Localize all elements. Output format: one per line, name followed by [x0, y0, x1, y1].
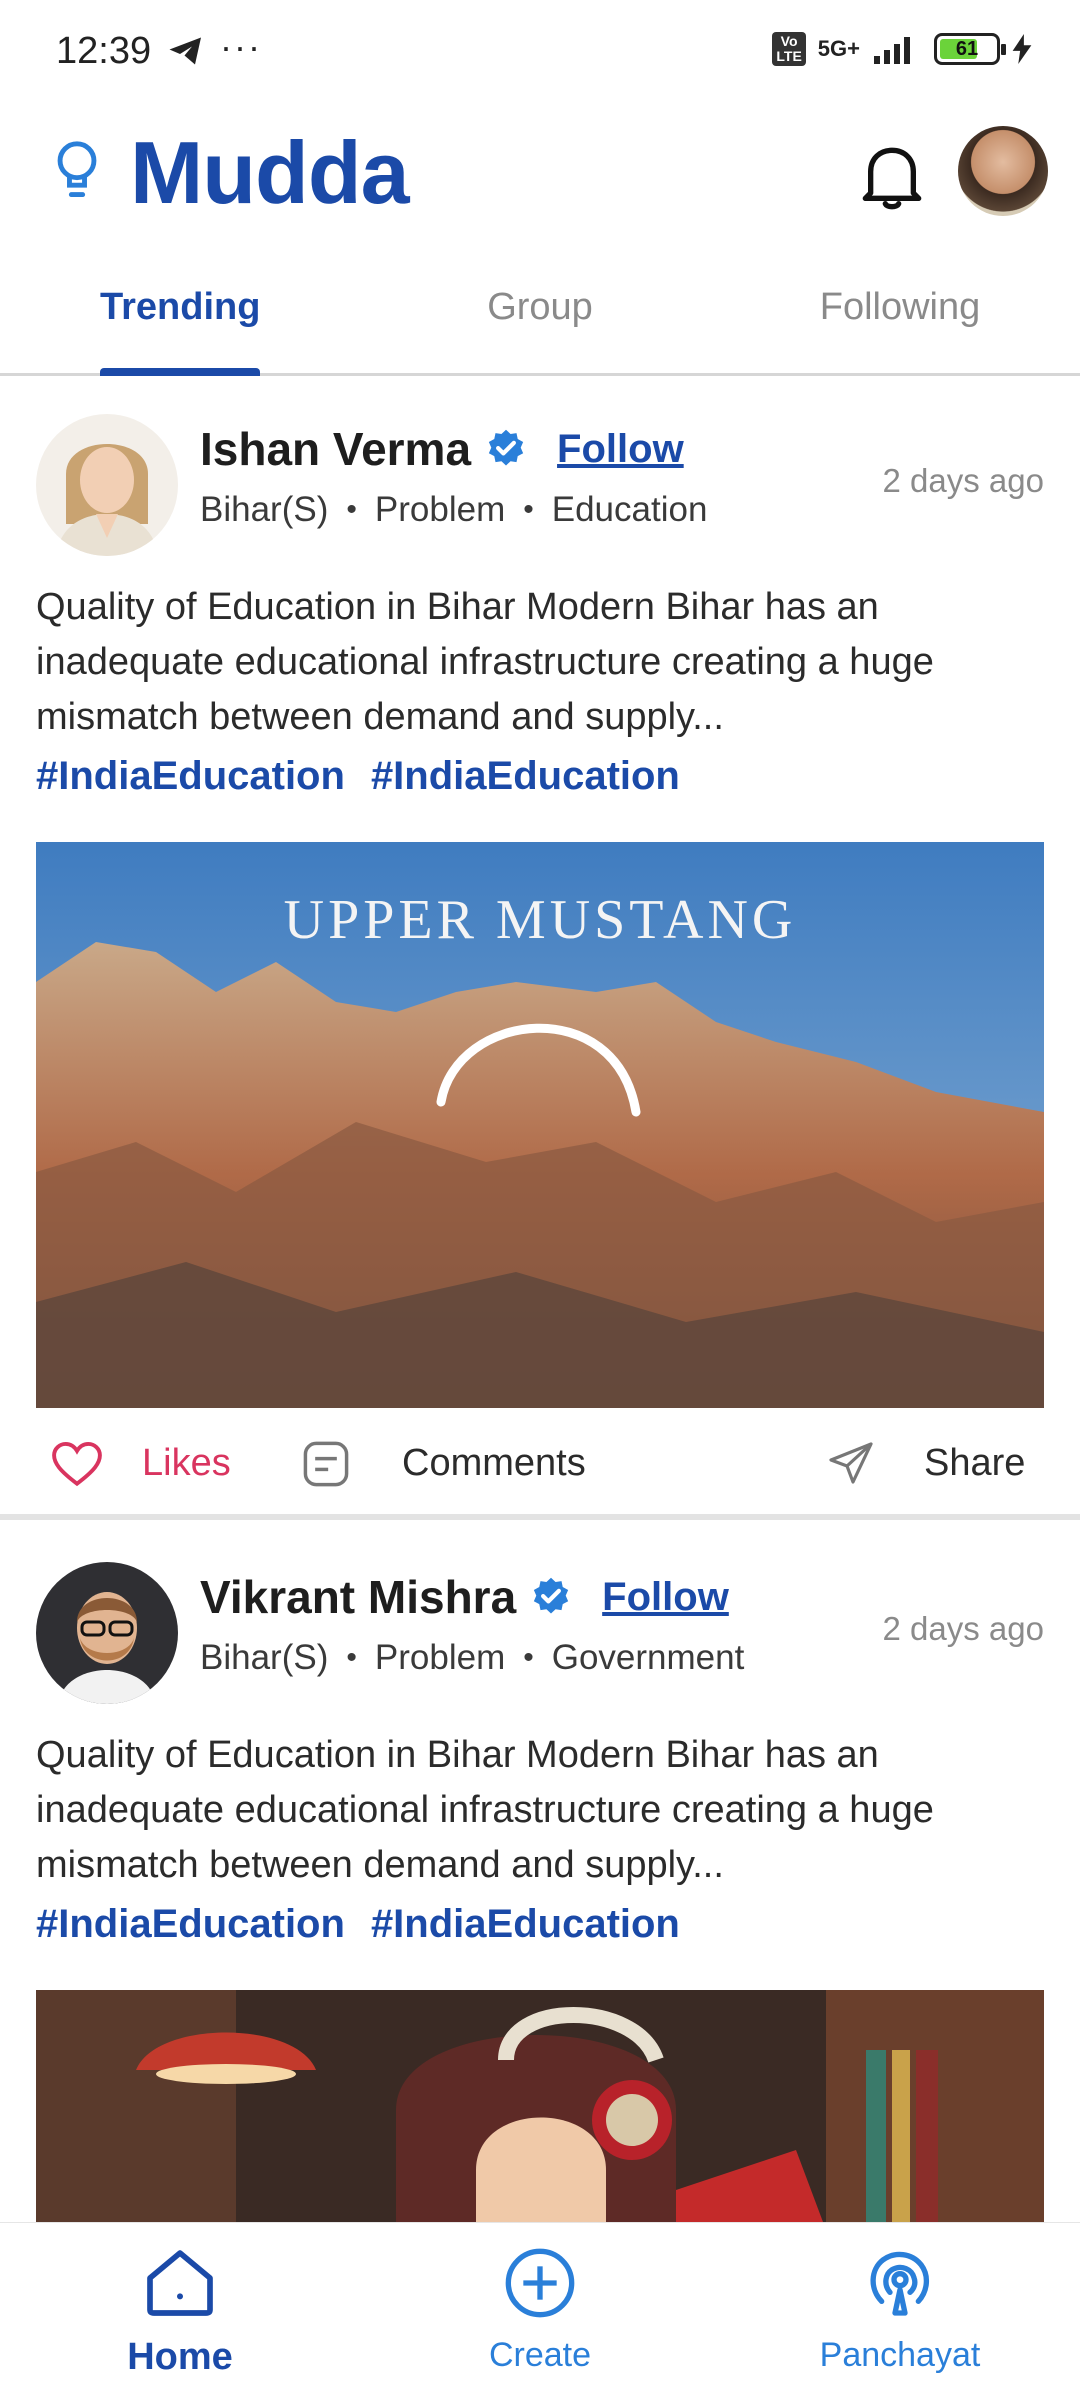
meta-category: Government [551, 1638, 745, 1677]
plus-circle-icon [505, 2248, 575, 2318]
likes-button[interactable]: Likes [142, 1442, 231, 1485]
home-icon [147, 2250, 213, 2316]
battery-icon: 61 [934, 33, 1006, 65]
heart-icon[interactable] [50, 1440, 104, 1488]
nav-create-label: Create [488, 2336, 592, 2374]
meta-type: Problem [374, 490, 506, 529]
post-tags: #IndiaEducation #IndiaEducation [36, 1902, 680, 1947]
tab-following[interactable]: Following [790, 286, 1010, 329]
profile-avatar[interactable] [958, 126, 1048, 216]
post-image[interactable] [36, 1990, 1044, 2230]
telegram-icon [169, 37, 201, 65]
notification-bell-icon[interactable] [860, 142, 924, 212]
nav-home-label: Home [127, 2336, 233, 2378]
post-text[interactable]: Quality of Education in Bihar Modern Bih… [36, 1728, 1046, 1893]
author-avatar[interactable] [36, 1562, 178, 1704]
tab-trending[interactable]: Trending [100, 286, 260, 329]
post-video[interactable]: UPPER MUSTANG [36, 842, 1044, 1408]
meta-category: Education [551, 490, 708, 529]
post-time: 2 days ago [882, 1610, 1044, 1647]
verified-badge-icon [488, 429, 524, 466]
nav-create[interactable]: Create [430, 2243, 650, 2375]
bottom-navigation: Home Create Panchayat [0, 2222, 1080, 2400]
follow-button[interactable]: Follow [557, 427, 684, 472]
feed-tabs: Trending Group Following [0, 250, 1080, 376]
charging-icon [1012, 34, 1032, 64]
meta-location: Bihar(S) [200, 490, 329, 529]
volte-icon: Vo LTE [772, 32, 806, 66]
nav-panchayat-label: Panchayat [819, 2336, 981, 2374]
verified-badge-icon [534, 1577, 569, 1614]
app-header: Mudda [0, 100, 1080, 250]
app-title: Mudda [130, 123, 410, 222]
meta-separator: • [523, 493, 534, 526]
more-notifications-icon: ··· [220, 26, 262, 67]
status-bar: 12:39 ··· Vo LTE 5G+ 61 [0, 0, 1080, 100]
signal-icon [874, 37, 910, 64]
hashtag-link[interactable]: #IndiaEducation [36, 1902, 345, 1947]
hashtag-link[interactable]: #IndiaEducation [36, 754, 345, 799]
broadcast-icon [870, 2251, 929, 2316]
author-row: Vikrant Mishra Follow [200, 1570, 729, 1624]
status-time: 12:39 [56, 30, 152, 72]
nav-panchayat[interactable]: Panchayat [790, 2243, 1010, 2375]
video-title-overlay: UPPER MUSTANG [283, 889, 797, 951]
post-meta: Bihar(S) • Problem • Education [200, 490, 707, 530]
post-time: 2 days ago [882, 462, 1044, 499]
share-icon[interactable] [826, 1440, 876, 1488]
post-card: Ishan Verma Follow 2 days ago Bihar(S) •… [0, 382, 1080, 1522]
tab-group[interactable]: Group [440, 286, 640, 329]
hashtag-link[interactable]: #IndiaEducation [371, 1902, 680, 1947]
post-text[interactable]: Quality of Education in Bihar Modern Bih… [36, 580, 1046, 745]
network-type: 5G+ [817, 36, 860, 61]
follow-button[interactable]: Follow [602, 1575, 729, 1620]
active-tab-indicator [100, 368, 260, 376]
post-card: Vikrant Mishra Follow 2 days ago Bihar(S… [0, 1530, 1080, 2230]
meta-separator: • [346, 1641, 357, 1674]
author-name[interactable]: Ishan Verma [200, 422, 471, 476]
post-divider [0, 1514, 1080, 1520]
post-meta: Bihar(S) • Problem • Government [200, 1638, 744, 1678]
author-name[interactable]: Vikrant Mishra [200, 1570, 516, 1624]
post-actions: Likes Comments Share [0, 1412, 1080, 1512]
comment-icon[interactable] [300, 1438, 352, 1490]
status-icons: Vo LTE 5G+ 61 [772, 32, 1032, 66]
meta-separator: • [346, 493, 357, 526]
hashtag-link[interactable]: #IndiaEducation [371, 754, 680, 799]
nav-home[interactable]: Home [70, 2243, 290, 2379]
share-button[interactable]: Share [924, 1442, 1025, 1485]
battery-level: 61 [955, 38, 979, 60]
comments-button[interactable]: Comments [402, 1442, 586, 1485]
meta-separator: • [523, 1641, 534, 1674]
meta-type: Problem [374, 1638, 506, 1677]
post-tags: #IndiaEducation #IndiaEducation [36, 754, 680, 799]
author-avatar[interactable] [36, 414, 178, 556]
lightbulb-icon [57, 141, 97, 198]
meta-location: Bihar(S) [200, 1638, 329, 1677]
author-row: Ishan Verma Follow [200, 422, 684, 476]
